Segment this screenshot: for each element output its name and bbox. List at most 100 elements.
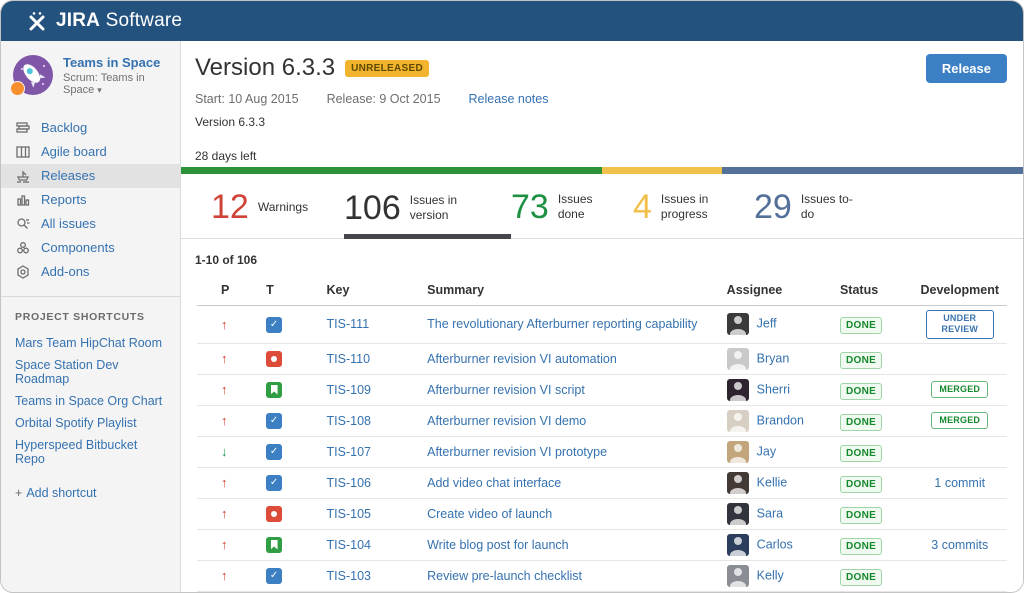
assignee-link[interactable]: Sherri — [757, 382, 790, 396]
sidebar-item-components[interactable]: Components — [1, 236, 180, 260]
issue-summary-link[interactable]: Write blog post for launch — [427, 538, 569, 552]
priority-icon — [221, 444, 228, 459]
assignee-link[interactable]: Bryan — [757, 351, 790, 365]
sidebar-item-label: Reports — [41, 192, 87, 208]
issue-key-link[interactable]: TIS-105 — [327, 507, 371, 521]
development-cell: 1 commit — [912, 467, 1007, 499]
commits-link[interactable]: 1 commit — [934, 476, 985, 490]
priority-icon — [221, 537, 228, 552]
issue-summary-link[interactable]: Afterburner revision VI demo — [427, 414, 586, 428]
backlog-icon — [15, 120, 31, 136]
dev-status-badge: MERGED — [931, 380, 989, 399]
components-icon — [15, 240, 31, 256]
sidebar-item-releases[interactable]: Releases — [1, 163, 180, 188]
release-date: Release: 9 Oct 2015 — [326, 92, 441, 106]
stat-issues-in-progress[interactable]: 4 Issues in progress — [633, 190, 754, 238]
progress-segment-in-progress — [602, 167, 723, 174]
status-badge: DONE — [839, 351, 883, 369]
assignee-link[interactable]: Jay — [757, 444, 776, 458]
table-header-row: P T Key Summary Assignee Status Developm… — [197, 275, 1007, 306]
col-priority: P — [197, 275, 259, 306]
start-date: Start: 10 Aug 2015 — [195, 92, 299, 106]
jira-logo-icon — [27, 11, 47, 31]
col-assignee: Assignee — [718, 275, 832, 306]
assignee-link[interactable]: Sara — [757, 506, 783, 520]
sidebar-item-agile-board[interactable]: Agile board — [1, 140, 180, 164]
issue-summary-link[interactable]: Afterburner revision VI prototype — [427, 445, 607, 459]
sidebar-item-all-issues[interactable]: All issues — [1, 212, 180, 236]
issue-summary-link[interactable]: Add video chat interface — [427, 476, 561, 490]
assignee-link[interactable]: Brandon — [757, 413, 804, 427]
assignee-link[interactable]: Kelly — [757, 568, 784, 582]
issue-type-icon — [266, 505, 283, 522]
development-cell — [912, 498, 1007, 530]
sidebar-item-add-ons[interactable]: Add-ons — [1, 260, 180, 284]
issue-key-link[interactable]: TIS-107 — [327, 445, 371, 459]
issue-summary-link[interactable]: The revolutionary Afterburner reporting … — [427, 317, 697, 331]
table-row: TIS-104 Write blog post for launch Carlo… — [197, 529, 1007, 561]
dev-status-badge: UNDER REVIEW — [925, 310, 994, 339]
issue-key-link[interactable]: TIS-109 — [327, 383, 371, 397]
issue-key-link[interactable]: TIS-106 — [327, 476, 371, 490]
sidebar-item-label: All issues — [41, 216, 96, 232]
issue-stats-row: 12 Warnings 106 Issues in version 73 Iss… — [181, 174, 1023, 239]
sidebar-item-label: Add-ons — [41, 264, 90, 280]
priority-icon — [221, 351, 228, 366]
sidebar-item-backlog[interactable]: Backlog — [1, 116, 180, 140]
avatar — [726, 378, 749, 401]
sidebar-item-label: Components — [41, 240, 115, 256]
sidebar: Teams in Space Scrum: Teams in Space ▾ B… — [1, 41, 181, 592]
stat-issues-in-version[interactable]: 106 Issues in version — [344, 190, 511, 239]
col-status: Status — [831, 275, 913, 306]
plus-icon: + — [15, 485, 23, 500]
status-badge: DONE — [839, 568, 883, 586]
shortcut-bitbucket[interactable]: Hyperspeed Bitbucket Repo — [1, 434, 180, 470]
assignee-link[interactable]: Kellie — [757, 475, 788, 489]
table-row: TIS-111 The revolutionary Afterburner re… — [197, 305, 1007, 344]
priority-icon — [221, 317, 228, 332]
table-row: TIS-108 Afterburner revision VI demo Bra… — [197, 405, 1007, 437]
release-notes-link[interactable]: Release notes — [469, 92, 549, 106]
issue-summary-link[interactable]: Afterburner revision VI script — [427, 383, 585, 397]
issue-key-link[interactable]: TIS-103 — [327, 569, 371, 583]
assignee-link[interactable]: Jeff — [757, 317, 777, 331]
release-button[interactable]: Release — [925, 54, 1007, 83]
project-switcher[interactable]: Teams in Space Scrum: Teams in Space ▾ — [1, 51, 180, 106]
issue-key-link[interactable]: TIS-111 — [327, 317, 370, 331]
dev-status-badge: MERGED — [931, 411, 989, 430]
col-type: T — [258, 275, 319, 306]
priority-icon — [221, 475, 228, 490]
project-name[interactable]: Teams in Space — [63, 55, 170, 72]
issue-summary-link[interactable]: Afterburner revision VI automation — [427, 352, 617, 366]
shortcut-roadmap[interactable]: Space Station Dev Roadmap — [1, 354, 180, 390]
issue-key-link[interactable]: TIS-108 — [327, 414, 371, 428]
issue-type-icon — [266, 536, 283, 553]
progress-segment-to-do — [722, 167, 1023, 174]
status-badge: DONE — [839, 506, 883, 524]
days-left-label: 28 days left — [195, 149, 257, 163]
stat-issues-todo[interactable]: 29 Issues to-do — [754, 190, 894, 238]
shortcut-hipchat[interactable]: Mars Team HipChat Room — [1, 332, 180, 354]
chevron-down-icon[interactable]: ▾ — [97, 85, 102, 95]
shortcut-org-chart[interactable]: Teams in Space Org Chart — [1, 390, 180, 412]
shortcut-spotify[interactable]: Orbital Spotify Playlist — [1, 412, 180, 434]
issue-type-icon — [266, 316, 283, 333]
status-badge: DONE — [839, 444, 883, 462]
commits-link[interactable]: 3 commits — [931, 538, 988, 552]
col-summary: Summary — [419, 275, 719, 306]
issue-summary-link[interactable]: Review pre-launch checklist — [427, 569, 582, 583]
stat-issues-done[interactable]: 73 Issues done — [511, 190, 633, 238]
sidebar-item-reports[interactable]: Reports — [1, 188, 180, 212]
addons-icon — [15, 264, 31, 280]
issue-summary-link[interactable]: Create video of launch — [427, 507, 552, 521]
assignee-link[interactable]: Carlos — [757, 537, 793, 551]
issue-key-link[interactable]: TIS-104 — [327, 538, 371, 552]
stat-warnings[interactable]: 12 Warnings — [211, 190, 344, 238]
add-shortcut-button[interactable]: + Add shortcut — [1, 482, 180, 504]
app-window: JIRA Software Teams in Space Scrum: Team… — [0, 0, 1024, 593]
search-icon — [15, 216, 31, 232]
issue-key-link[interactable]: TIS-110 — [327, 352, 371, 366]
main-content: Version 6.3.3 UNRELEASED Release Start: … — [181, 41, 1023, 592]
issue-type-icon — [266, 443, 283, 460]
priority-icon — [221, 506, 228, 521]
